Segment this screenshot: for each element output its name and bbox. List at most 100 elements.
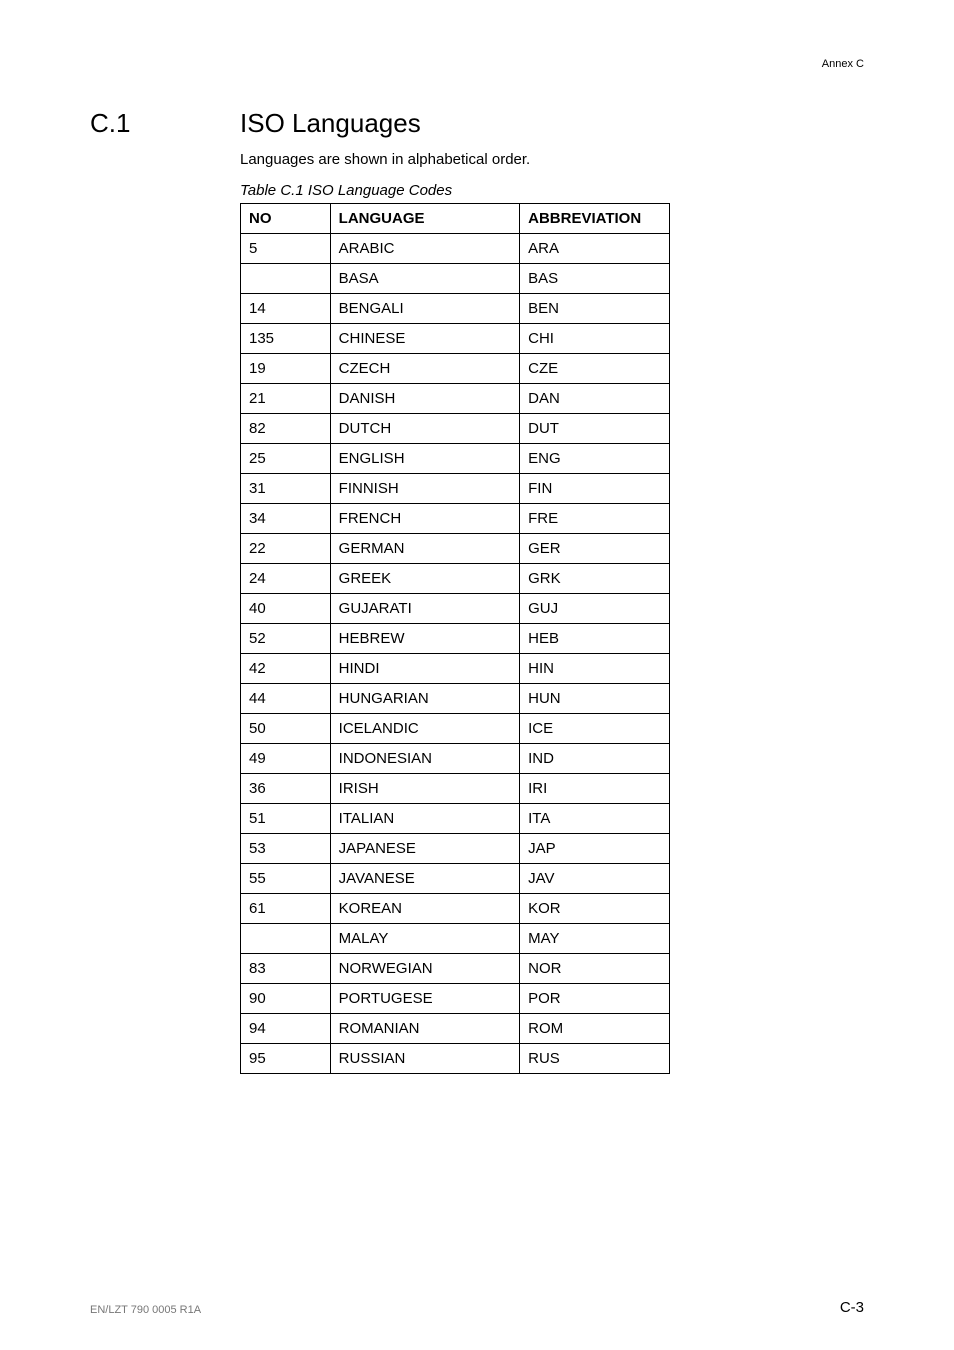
cell-abbreviation: POR xyxy=(520,984,670,1014)
cell-abbreviation: IND xyxy=(520,744,670,774)
cell-abbreviation: DAN xyxy=(520,384,670,414)
table-row: 82DUTCHDUT xyxy=(241,414,670,444)
cell-abbreviation: BEN xyxy=(520,294,670,324)
cell-language: ARABIC xyxy=(330,234,519,264)
table-row: 55JAVANESEJAV xyxy=(241,864,670,894)
cell-language: CZECH xyxy=(330,354,519,384)
cell-abbreviation: KOR xyxy=(520,894,670,924)
cell-abbreviation: ROM xyxy=(520,1014,670,1044)
cell-no: 31 xyxy=(241,474,331,504)
table-row: BASABAS xyxy=(241,264,670,294)
section-number: C.1 xyxy=(90,108,240,139)
cell-language: JAVANESE xyxy=(330,864,519,894)
cell-abbreviation: BAS xyxy=(520,264,670,294)
cell-no: 40 xyxy=(241,594,331,624)
cell-no: 90 xyxy=(241,984,331,1014)
cell-abbreviation: RUS xyxy=(520,1044,670,1074)
cell-no: 25 xyxy=(241,444,331,474)
table-row: 21DANISHDAN xyxy=(241,384,670,414)
cell-no: 82 xyxy=(241,414,331,444)
table-row: 49INDONESIANIND xyxy=(241,744,670,774)
cell-no: 55 xyxy=(241,864,331,894)
th-no: NO xyxy=(241,204,331,234)
cell-no: 44 xyxy=(241,684,331,714)
table-row: 94ROMANIANROM xyxy=(241,1014,670,1044)
cell-abbreviation: JAV xyxy=(520,864,670,894)
cell-language: GERMAN xyxy=(330,534,519,564)
cell-no: 52 xyxy=(241,624,331,654)
cell-abbreviation: MAY xyxy=(520,924,670,954)
iso-language-table: NO LANGUAGE ABBREVIATION 5ARABICARABASAB… xyxy=(240,203,670,1074)
cell-no: 51 xyxy=(241,804,331,834)
section-title: ISO Languages xyxy=(240,108,421,139)
table-row: 25ENGLISHENG xyxy=(241,444,670,474)
cell-no: 19 xyxy=(241,354,331,384)
table-row: 135CHINESECHI xyxy=(241,324,670,354)
cell-language: ITALIAN xyxy=(330,804,519,834)
cell-language: KOREAN xyxy=(330,894,519,924)
cell-abbreviation: NOR xyxy=(520,954,670,984)
cell-no: 83 xyxy=(241,954,331,984)
cell-abbreviation: HIN xyxy=(520,654,670,684)
cell-abbreviation: ARA xyxy=(520,234,670,264)
cell-no: 49 xyxy=(241,744,331,774)
cell-language: JAPANESE xyxy=(330,834,519,864)
table-row: 83NORWEGIANNOR xyxy=(241,954,670,984)
cell-abbreviation: GER xyxy=(520,534,670,564)
cell-abbreviation: ENG xyxy=(520,444,670,474)
cell-abbreviation: CZE xyxy=(520,354,670,384)
cell-no: 95 xyxy=(241,1044,331,1074)
annex-label: Annex C xyxy=(822,58,864,70)
cell-language: ENGLISH xyxy=(330,444,519,474)
cell-no: 21 xyxy=(241,384,331,414)
cell-no: 61 xyxy=(241,894,331,924)
table-row: 31FINNISHFIN xyxy=(241,474,670,504)
table-row: 44HUNGARIANHUN xyxy=(241,684,670,714)
intro-text: Languages are shown in alphabetical orde… xyxy=(240,151,864,168)
cell-language: RUSSIAN xyxy=(330,1044,519,1074)
table-row: 42HINDIHIN xyxy=(241,654,670,684)
table-row: 50ICELANDICICE xyxy=(241,714,670,744)
cell-language: BENGALI xyxy=(330,294,519,324)
cell-no: 135 xyxy=(241,324,331,354)
cell-no xyxy=(241,264,331,294)
cell-abbreviation: HEB xyxy=(520,624,670,654)
cell-language: IRISH xyxy=(330,774,519,804)
cell-language: HEBREW xyxy=(330,624,519,654)
cell-language: MALAY xyxy=(330,924,519,954)
table-row: 61KOREANKOR xyxy=(241,894,670,924)
table-row: 34FRENCHFRE xyxy=(241,504,670,534)
cell-language: GUJARATI xyxy=(330,594,519,624)
cell-language: FRENCH xyxy=(330,504,519,534)
page: Annex C C.1 ISO Languages Languages are … xyxy=(0,0,954,1350)
table-row: 40GUJARATIGUJ xyxy=(241,594,670,624)
table-row: 36IRISHIRI xyxy=(241,774,670,804)
table-row: 22GERMANGER xyxy=(241,534,670,564)
cell-abbreviation: JAP xyxy=(520,834,670,864)
cell-language: HUNGARIAN xyxy=(330,684,519,714)
table-row: 95RUSSIANRUS xyxy=(241,1044,670,1074)
content-block: Languages are shown in alphabetical orde… xyxy=(240,151,864,1074)
cell-no xyxy=(241,924,331,954)
th-language: LANGUAGE xyxy=(330,204,519,234)
cell-abbreviation: FRE xyxy=(520,504,670,534)
cell-no: 34 xyxy=(241,504,331,534)
cell-no: 24 xyxy=(241,564,331,594)
table-header-row: NO LANGUAGE ABBREVIATION xyxy=(241,204,670,234)
cell-no: 5 xyxy=(241,234,331,264)
cell-language: FINNISH xyxy=(330,474,519,504)
cell-language: NORWEGIAN xyxy=(330,954,519,984)
section-heading: C.1 ISO Languages xyxy=(90,108,864,139)
cell-abbreviation: IRI xyxy=(520,774,670,804)
table-row: 24GREEKGRK xyxy=(241,564,670,594)
cell-language: DUTCH xyxy=(330,414,519,444)
cell-language: ROMANIAN xyxy=(330,1014,519,1044)
cell-abbreviation: ICE xyxy=(520,714,670,744)
th-abbreviation: ABBREVIATION xyxy=(520,204,670,234)
table-row: 5ARABICARA xyxy=(241,234,670,264)
cell-no: 14 xyxy=(241,294,331,324)
table-row: 90PORTUGESEPOR xyxy=(241,984,670,1014)
cell-abbreviation: GRK xyxy=(520,564,670,594)
cell-language: ICELANDIC xyxy=(330,714,519,744)
cell-language: INDONESIAN xyxy=(330,744,519,774)
